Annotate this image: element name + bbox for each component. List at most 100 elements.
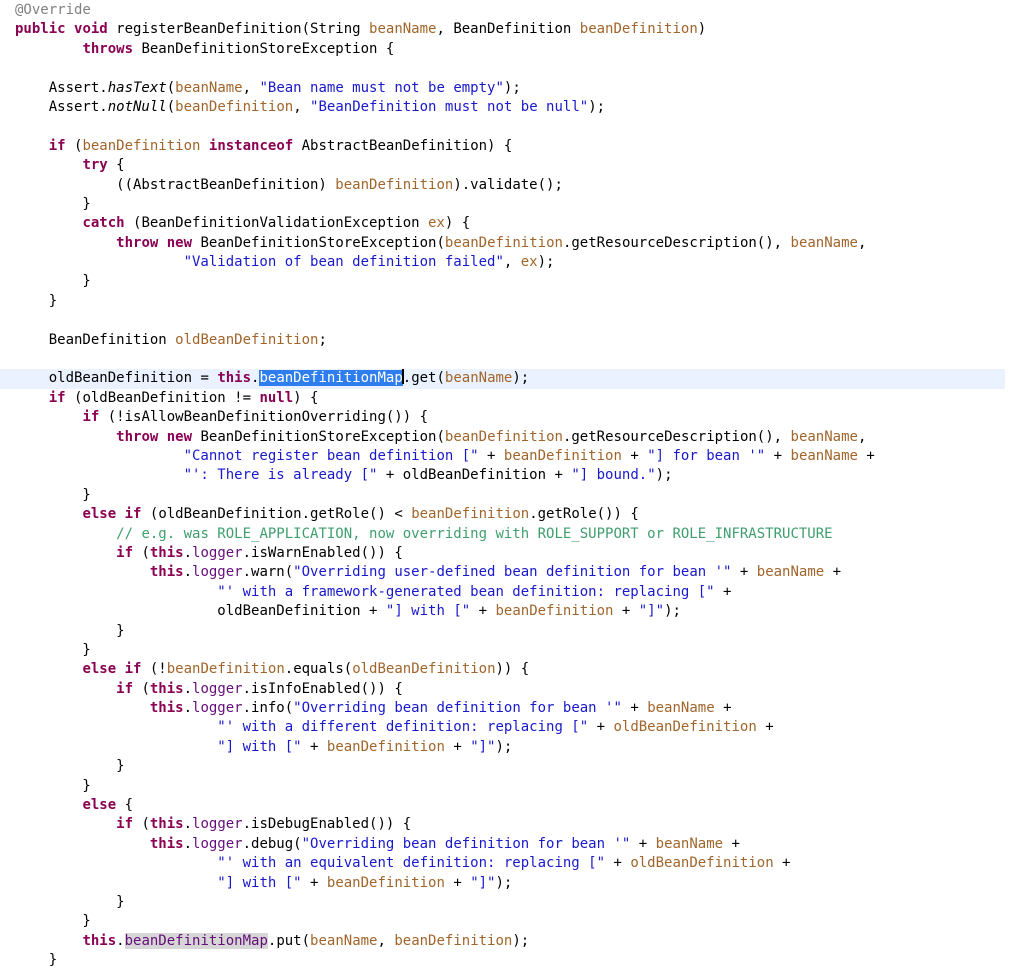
code-line[interactable]: if (this.logger.isDebugEnabled()) { [0, 815, 1020, 834]
code-line[interactable]: } [0, 292, 1020, 311]
code-line[interactable]: this.logger.info("Overriding bean defini… [0, 699, 1020, 718]
code-line[interactable]: } [0, 951, 1020, 970]
code-line[interactable]: oldBeanDefinition = this.beanDefinitionM… [0, 369, 1005, 389]
code-line[interactable]: if (oldBeanDefinition != null) { [0, 389, 1020, 408]
code-token: beanName [790, 428, 858, 445]
code-token: logger [192, 835, 243, 852]
code-token: ( [133, 816, 150, 833]
code-line[interactable]: if (this.logger.isInfoEnabled()) { [0, 680, 1020, 699]
code-token: .put( [267, 932, 311, 949]
code-token: logger [192, 680, 243, 697]
code-line[interactable]: } [0, 777, 1020, 796]
code-line[interactable]: ((AbstractBeanDefinition) beanDefinition… [0, 176, 1020, 195]
code-token: ).validate(); [453, 176, 563, 193]
keyword-token: if [116, 680, 134, 697]
code-line[interactable]: "' with an equivalent definition: replac… [0, 854, 1020, 873]
code-line[interactable]: if (beanDefinition instanceof AbstractBe… [0, 137, 1020, 156]
code-line[interactable]: throw new BeanDefinitionStoreException(b… [0, 428, 1020, 447]
code-line[interactable]: "': There is already [" + oldBeanDefinit… [0, 466, 1020, 485]
code-line[interactable]: this.logger.warn("Overriding user-define… [0, 563, 1020, 582]
code-line[interactable] [0, 350, 1020, 369]
code-token: + [773, 855, 791, 872]
code-line[interactable] [0, 59, 1020, 78]
code-token: } [15, 195, 91, 212]
code-line[interactable]: } [0, 641, 1020, 660]
code-token: .info( [242, 700, 294, 717]
code-token: + [444, 738, 471, 755]
code-editor[interactable]: @Override public void registerBeanDefinit… [0, 0, 1020, 968]
code-line[interactable] [0, 311, 1020, 330]
code-line[interactable]: } [0, 195, 1020, 214]
code-token: beanDefinition [326, 874, 445, 891]
string-literal: "] with [" [217, 738, 302, 755]
code-line[interactable]: else if (oldBeanDefinition.getRole() < b… [0, 505, 1020, 524]
code-line[interactable]: } [0, 622, 1020, 641]
code-token: . [183, 564, 193, 581]
code-line[interactable]: Assert.hasText(beanName, "Bean name must… [0, 79, 1020, 98]
code-token: } [15, 486, 91, 503]
code-line[interactable]: else { [0, 796, 1020, 815]
code-line[interactable]: throws BeanDefinitionStoreException { [0, 40, 1020, 59]
code-token: ) [697, 21, 707, 38]
code-line[interactable]: throw new BeanDefinitionStoreException(b… [0, 234, 1020, 253]
code-token: + [630, 835, 656, 852]
code-line[interactable]: catch (BeanDefinitionValidationException… [0, 214, 1020, 233]
code-token: (BeanDefinitionValidationException [124, 215, 429, 232]
code-line[interactable]: "Validation of bean definition failed", … [0, 253, 1020, 272]
code-token: } [15, 641, 91, 658]
code-token: + [613, 603, 639, 620]
code-token: oldBeanDefinition [175, 331, 319, 348]
code-line[interactable]: @Override [0, 1, 1020, 20]
code-line[interactable]: Assert.notNull(beanDefinition, "BeanDefi… [0, 98, 1020, 117]
code-line[interactable]: try { [0, 156, 1020, 175]
code-token: ); [512, 370, 530, 387]
code-line[interactable]: public void registerBeanDefinition(Strin… [0, 20, 1020, 39]
code-line[interactable]: this.beanDefinitionMap.put(beanName, bea… [0, 932, 1020, 951]
code-token: + [857, 447, 875, 464]
code-line[interactable]: "] with [" + beanDefinition + "]"); [0, 738, 1020, 757]
code-token: beanDefinition [326, 738, 445, 755]
code-line[interactable]: BeanDefinition oldBeanDefinition; [0, 331, 1020, 350]
code-token: = [192, 370, 218, 387]
code-line[interactable]: // e.g. was ROLE_APPLICATION, now overri… [0, 525, 1020, 544]
code-token: ex [520, 254, 538, 271]
code-line[interactable]: else if (!beanDefinition.equals(oldBeanD… [0, 660, 1020, 679]
code-line[interactable]: "Cannot register bean definition [" + be… [0, 447, 1020, 466]
identifier-usage-highlight: beanDefinitionMap [124, 932, 268, 949]
code-line[interactable]: "' with a different definition: replacin… [0, 718, 1020, 737]
code-line[interactable]: "' with a framework-generated bean defin… [0, 583, 1020, 602]
code-line[interactable] [0, 117, 1020, 136]
keyword-token: if [116, 816, 134, 833]
string-literal: "]" [470, 738, 496, 755]
code-token: + [714, 700, 732, 717]
code-token: + [588, 719, 614, 736]
keyword-token: else [82, 797, 117, 814]
string-literal: "' with a framework-generated bean defin… [217, 583, 715, 600]
code-line[interactable]: oldBeanDefinition + "] with [" + beanDef… [0, 602, 1020, 621]
code-token: ); [588, 98, 606, 115]
code-token: logger [192, 816, 243, 833]
code-line[interactable]: if (this.logger.isWarnEnabled()) { [0, 544, 1020, 563]
code-token: ( [133, 680, 150, 697]
code-token: beanDefinition [503, 447, 622, 464]
code-lines-container[interactable]: @Override public void registerBeanDefinit… [0, 1, 1020, 971]
code-line[interactable]: "] with [" + beanDefinition + "]"); [0, 874, 1020, 893]
code-line[interactable]: } [0, 486, 1020, 505]
code-line[interactable]: } [0, 912, 1020, 931]
code-line[interactable]: } [0, 757, 1020, 776]
code-token: . [183, 835, 193, 852]
code-line[interactable]: this.logger.debug("Overriding bean defin… [0, 835, 1020, 854]
code-line[interactable]: } [0, 893, 1020, 912]
code-line[interactable]: if (!isAllowBeanDefinitionOverriding()) … [0, 408, 1020, 427]
code-token: + [360, 603, 386, 620]
code-token: oldBeanDefinition [402, 467, 547, 484]
code-token: beanDefinition [444, 234, 563, 251]
code-line[interactable]: } [0, 272, 1020, 291]
